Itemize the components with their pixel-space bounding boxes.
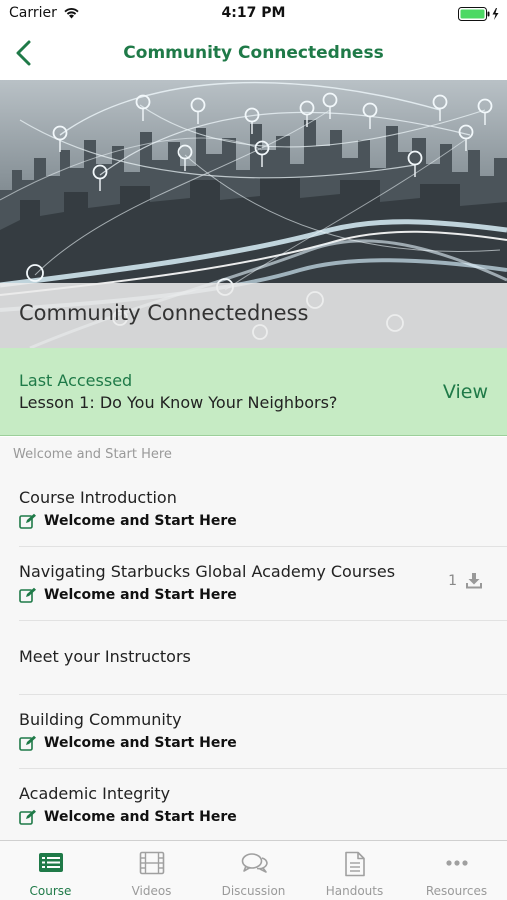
list-icon [39,853,63,872]
list-item-title: Building Community [19,710,182,729]
edit-icon [19,735,36,751]
edit-icon [19,809,36,825]
course-title: Community Connectedness [19,301,309,325]
download-icon[interactable] [465,572,483,590]
battery-icon [458,7,499,21]
list-item-meet-instructors[interactable]: Meet your Instructors [0,621,507,695]
document-icon [345,851,365,877]
edit-icon [19,513,36,529]
section-header: Welcome and Start Here [13,447,172,462]
list-item-subtitle: Welcome and Start Here [44,735,237,751]
list-item-title: Navigating Starbucks Global Academy Cour… [19,562,396,581]
tab-resources[interactable]: Resources [406,841,507,900]
hero-title-band: Community Connectedness [0,283,507,348]
list-item-building-community[interactable]: Building Community Welcome and Start Her… [0,695,507,769]
list-item-subtitle: Welcome and Start Here [44,513,237,529]
more-dots-icon [446,860,468,866]
status-time: 4:17 PM [221,5,286,21]
list-item-title: Academic Integrity [19,784,171,803]
lesson-list: Welcome and Start Here Course Introducti… [0,437,507,840]
tab-label: Videos [131,884,172,898]
status-bar: Carrier 4:17 PM [0,0,507,28]
tab-handouts[interactable]: Handouts [304,841,405,900]
last-accessed-lesson: Lesson 1: Do You Know Your Neighbors? [19,393,338,412]
chat-bubbles-icon [241,853,268,873]
list-item-course-introduction[interactable]: Course Introduction Welcome and Start He… [0,473,507,547]
tab-bar: Course Videos Discussion Handouts Resour… [0,840,507,900]
tab-label: Discussion [221,884,286,898]
list-item-subtitle: Welcome and Start Here [44,587,237,603]
last-accessed-label: Last Accessed [19,371,133,390]
navigation-bar: Community Connectedness [0,28,507,80]
course-hero: Community Connectedness [0,80,507,348]
list-item-title: Meet your Instructors [19,647,191,666]
last-accessed-banner[interactable]: Last Accessed Lesson 1: Do You Know Your… [0,348,507,436]
tab-label: Resources [425,884,488,898]
list-item-academic-integrity[interactable]: Academic Integrity Welcome and Start Her… [0,769,507,840]
list-item-navigating-courses[interactable]: Navigating Starbucks Global Academy Cour… [0,547,507,621]
nav-title: Community Connectedness [123,43,384,63]
list-item-title: Course Introduction [19,488,177,507]
tab-videos[interactable]: Videos [101,841,202,900]
edit-icon [19,587,36,603]
film-icon [139,851,165,875]
tab-discussion[interactable]: Discussion [203,841,304,900]
tab-course[interactable]: Course [0,841,101,900]
tab-label: Course [29,884,72,898]
tab-label: Handouts [325,884,384,898]
download-count: 1 [448,573,457,589]
list-item-subtitle: Welcome and Start Here [44,809,237,825]
view-button[interactable]: View [443,381,488,403]
